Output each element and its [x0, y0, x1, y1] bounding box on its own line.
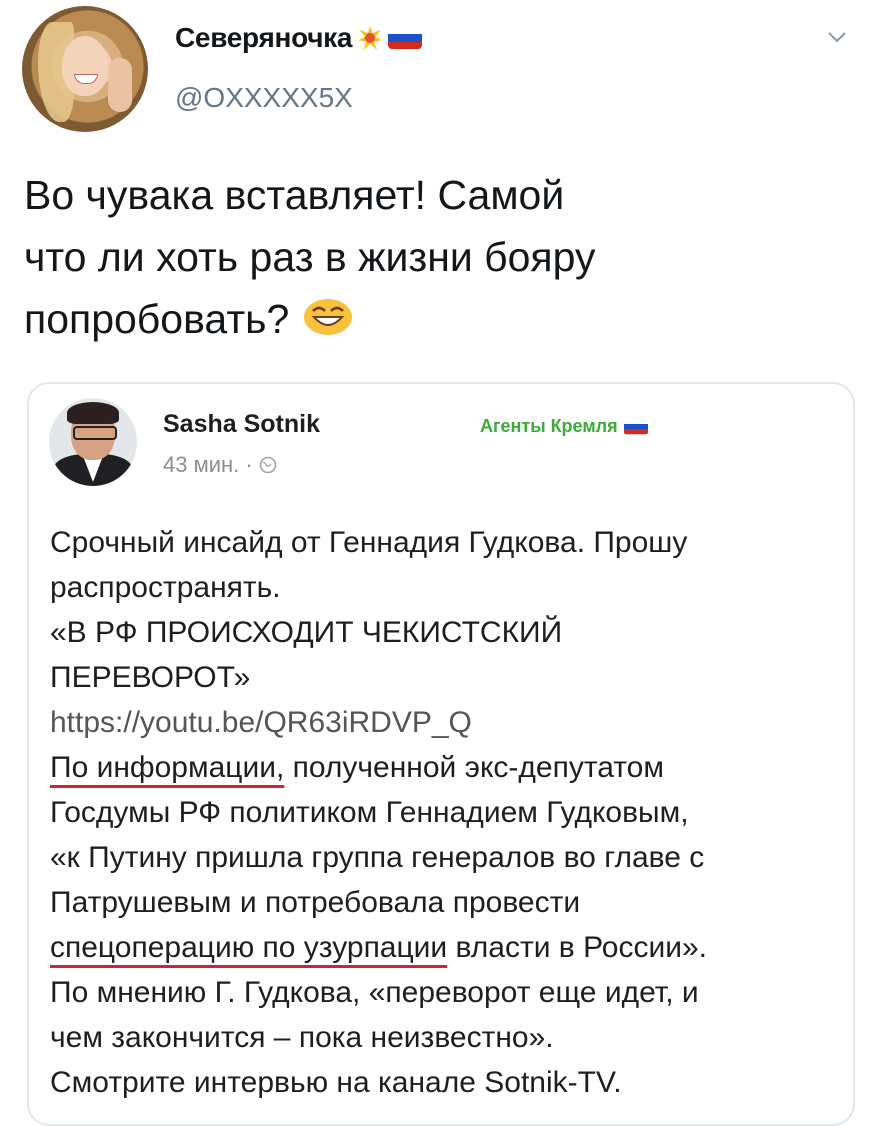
post-link[interactable]: https://youtu.be/QR63iRDVP_Q: [50, 700, 840, 745]
post-line: «В РФ ПРОИСХОДИТ ЧЕКИСТСКИЙ: [50, 616, 563, 649]
post-line: спецоперацию по узурпации власти в Росси…: [50, 931, 707, 964]
post-line: Смотрите интервью на канале Sotnik-TV.: [50, 1066, 622, 1099]
tweet-text-line: Во чувака вставляет! Самой: [24, 172, 565, 218]
post-timestamp[interactable]: 43 мин. ·: [163, 452, 277, 478]
post-line: Срочный инсайд от Геннадия Гудкова. Прош…: [50, 526, 688, 559]
group-label[interactable]: Агенты Кремля: [480, 416, 648, 437]
post-body: Срочный инсайд от Геннадия Гудкова. Прош…: [50, 520, 840, 1105]
post-line: «к Путину пришла группа генералов во гла…: [50, 841, 705, 874]
post-line: ПЕРЕВОРОТ»: [50, 661, 251, 694]
globe-icon: [259, 456, 277, 474]
tweet-text-line: попробовать?: [24, 288, 784, 350]
russian-flag-icon: [388, 27, 423, 49]
post-author-name[interactable]: Sasha Sotnik: [163, 410, 320, 439]
post-line: распространять.: [50, 571, 281, 604]
post-line: Госдумы РФ политиком Геннадием Гудковым,: [50, 796, 689, 829]
avatar[interactable]: [22, 6, 148, 132]
post-line: По мнению Г. Гудкова, «переворот еще иде…: [50, 976, 699, 1009]
user-handle[interactable]: @OXXXXX5X: [175, 82, 353, 114]
collision-emoji: [356, 24, 384, 52]
display-name[interactable]: Северяночка: [175, 22, 352, 54]
post-author-avatar[interactable]: [49, 398, 137, 486]
post-line: чем закончится – пока неизвестно».: [50, 1021, 554, 1054]
tweet-text-line: что ли хоть раз в жизни бояру: [24, 234, 596, 280]
post-line: По информации, полученной экс-депутатом: [50, 751, 664, 784]
chevron-down-icon[interactable]: [826, 26, 848, 48]
tweet-text: Во чувака вставляет! Самой что ли хоть р…: [24, 164, 784, 350]
post-line: Патрушевым и потребовала провести: [50, 886, 581, 919]
grinning-squinting-emoji: [303, 299, 352, 335]
russian-flag-icon: [623, 418, 648, 435]
display-name-row[interactable]: Северяночка: [175, 22, 423, 54]
